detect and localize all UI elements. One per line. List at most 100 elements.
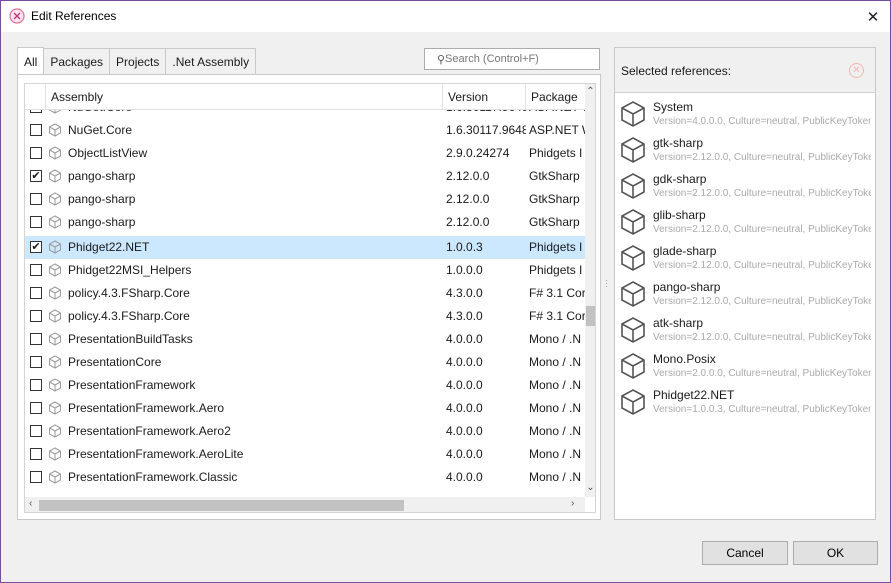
scroll-left-arrow-icon[interactable]: ‹	[29, 498, 32, 509]
assembly-icon	[49, 424, 61, 438]
table-row[interactable]: ✔ Phidget22.NET 1.0.0.3 Phidgets I	[25, 236, 585, 259]
row-package: F# 3.1 Cor	[529, 286, 585, 300]
ok-button[interactable]: OK	[793, 541, 878, 565]
row-package: Mono / .N	[529, 424, 582, 438]
vertical-scrollbar[interactable]: ⌃ ⌄	[585, 84, 595, 497]
horizontal-scroll-thumb[interactable]	[39, 500, 404, 511]
selected-reference-item[interactable]: Phidget22.NET Version=1.0.0.3, Culture=ne…	[615, 384, 875, 420]
assembly-icon	[49, 401, 61, 415]
table-row[interactable]: NuGet.Core 1.6.30117.9648ASP.NET W	[25, 119, 585, 142]
table-row[interactable]: pango-sharp 2.12.0.0 GtkSharp	[25, 188, 585, 211]
row-assembly-name: Phidget22MSI_Helpers	[68, 263, 192, 277]
selected-reference-item[interactable]: gdk-sharp Version=2.12.0.0, Culture=neutr…	[615, 168, 875, 204]
horizontal-scrollbar[interactable]: ‹ ›	[25, 497, 585, 512]
selected-reference-item[interactable]: atk-sharp Version=2.12.0.0, Culture=neutr…	[615, 312, 875, 348]
row-version: 1.6.30117.9648	[446, 123, 526, 137]
row-package: Mono / .N	[529, 332, 582, 346]
selected-reference-item[interactable]: System Version=4.0.0.0, Culture=neutral, …	[615, 96, 875, 132]
row-version: 4.0.0.0	[446, 355, 483, 369]
row-checkbox[interactable]	[30, 193, 42, 205]
row-version: 1.0.0.3	[446, 240, 483, 254]
selected-reference-detail: Version=4.0.0.0, Culture=neutral, Public…	[653, 116, 871, 127]
assembly-icon	[49, 470, 61, 484]
row-checkbox[interactable]	[30, 124, 42, 136]
row-assembly-name: NuGet.Core	[68, 110, 440, 119]
row-checkbox[interactable]	[30, 379, 42, 391]
column-header-version[interactable]: Version	[442, 84, 525, 110]
selected-reference-detail: Version=2.12.0.0, Culture=neutral, Publi…	[653, 188, 871, 199]
row-checkbox[interactable]	[30, 310, 42, 322]
row-checkbox[interactable]	[30, 356, 42, 368]
row-version: 1.0.0.0	[446, 263, 483, 277]
selected-reference-item[interactable]: glib-sharp Version=2.12.0.0, Culture=neut…	[615, 204, 875, 240]
row-checkbox[interactable]	[30, 448, 42, 460]
row-package: Phidgets I	[529, 240, 583, 254]
row-assembly-name: NuGet.Core	[68, 123, 133, 137]
tab-net-assembly[interactable]: .Net Assembly	[166, 48, 257, 76]
table-row[interactable]: PresentationFramework.AeroLite 4.0.0.0 Mon…	[25, 443, 585, 466]
row-assembly-name: pango-sharp	[68, 215, 136, 229]
row-version: 4.0.0.0	[446, 447, 483, 461]
selected-reference-detail: Version=2.12.0.0, Culture=neutral, Publi…	[653, 260, 871, 271]
column-header-package[interactable]: Package	[525, 84, 585, 110]
search-input[interactable]: ⚲ Search (Control+F)	[424, 48, 600, 70]
table-row[interactable]: NuGet.Core 1.6.30117.9648ASP.NET W	[25, 110, 585, 119]
selected-reference-item[interactable]: Mono.Posix Version=2.0.0.0, Culture=neutr…	[615, 348, 875, 384]
row-checkbox[interactable]	[30, 110, 42, 113]
row-package: Phidgets I	[529, 263, 583, 277]
table-row[interactable]: PresentationBuildTasks 4.0.0.0 Mono / .N	[25, 328, 585, 351]
row-version: 2.12.0.0	[446, 192, 490, 206]
selected-references-title: Selected references:	[621, 64, 732, 78]
row-checkbox[interactable]	[30, 471, 42, 483]
clear-selection-icon[interactable]: ✕	[849, 63, 864, 78]
assembly-icon	[49, 123, 61, 137]
selected-reference-detail: Version=1.0.0.3, Culture=neutral, Public…	[653, 404, 871, 415]
tab-packages[interactable]: Packages	[44, 48, 111, 76]
table-row[interactable]: ObjectListView 2.9.0.24274 Phidgets I	[25, 142, 585, 165]
row-assembly-name: PresentationFramework.Aero2	[68, 424, 231, 438]
table-row[interactable]: policy.4.3.FSharp.Core 4.3.0.0 F# 3.1 Cor	[25, 282, 585, 305]
tab-all[interactable]: All	[17, 47, 45, 76]
cancel-button[interactable]: Cancel	[702, 541, 788, 565]
row-package: Phidgets I	[529, 146, 583, 160]
table-row[interactable]: PresentationCore 4.0.0.0 Mono / .N	[25, 351, 585, 374]
row-checkbox[interactable]: ✔	[30, 241, 42, 253]
assembly-grid: Assembly Version Package NuGet.Core 1.6.3…	[24, 83, 596, 513]
vertical-scroll-thumb[interactable]	[586, 306, 595, 326]
table-row[interactable]: Phidget22MSI_Helpers 1.0.0.0 Phidgets I	[25, 259, 585, 282]
close-button[interactable]: ✕	[856, 1, 890, 32]
row-assembly-name: PresentationFramework.AeroLite	[68, 447, 244, 461]
table-row[interactable]: ✔ pango-sharp 2.12.0.0 GtkSharp	[25, 165, 585, 188]
table-row[interactable]: pango-sharp 2.12.0.0 GtkSharp	[25, 211, 585, 234]
assembly-icon	[621, 137, 645, 163]
table-row[interactable]: PresentationFramework 4.0.0.0 Mono / .N	[25, 374, 585, 397]
row-package: Mono / .N	[529, 378, 582, 392]
selected-reference-item[interactable]: pango-sharp Version=2.12.0.0, Culture=neu…	[615, 276, 875, 312]
row-checkbox[interactable]	[30, 287, 42, 299]
assembly-icon	[49, 286, 61, 300]
panel-splitter-grip-icon[interactable]: · · ·	[605, 276, 609, 291]
table-row[interactable]: PresentationFramework.Aero2 4.0.0.0 Mono /…	[25, 420, 585, 443]
row-checkbox[interactable]: ✔	[30, 170, 42, 182]
assembly-icon	[49, 215, 61, 229]
row-checkbox[interactable]	[30, 216, 42, 228]
selected-reference-item[interactable]: gtk-sharp Version=2.12.0.0, Culture=neutr…	[615, 132, 875, 168]
selected-reference-name: glib-sharp	[653, 208, 706, 222]
selected-reference-detail: Version=2.12.0.0, Culture=neutral, Publi…	[653, 296, 871, 307]
selected-reference-item[interactable]: glade-sharp Version=2.12.0.0, Culture=neu…	[615, 240, 875, 276]
column-header-assembly[interactable]: Assembly	[45, 84, 442, 110]
row-checkbox[interactable]	[30, 264, 42, 276]
table-row[interactable]: policy.4.3.FSharp.Core 4.3.0.0 F# 3.1 Cor	[25, 305, 585, 328]
scroll-down-arrow-icon[interactable]: ⌄	[585, 482, 595, 493]
tab-projects[interactable]: Projects	[110, 48, 167, 76]
row-version: 2.12.0.0	[446, 169, 490, 183]
scroll-right-arrow-icon[interactable]: ›	[571, 498, 574, 509]
table-row[interactable]: PresentationFramework.Aero 4.0.0.0 Mono / …	[25, 397, 585, 420]
table-row[interactable]: PresentationFramework.Classic 4.0.0.0 Mono…	[25, 466, 585, 489]
selected-references-panel: Selected references: ✕ System Version=4.0…	[614, 47, 876, 520]
scroll-up-arrow-icon[interactable]: ⌃	[585, 86, 595, 97]
row-checkbox[interactable]	[30, 147, 42, 159]
row-checkbox[interactable]	[30, 425, 42, 437]
row-checkbox[interactable]	[30, 333, 42, 345]
row-checkbox[interactable]	[30, 402, 42, 414]
